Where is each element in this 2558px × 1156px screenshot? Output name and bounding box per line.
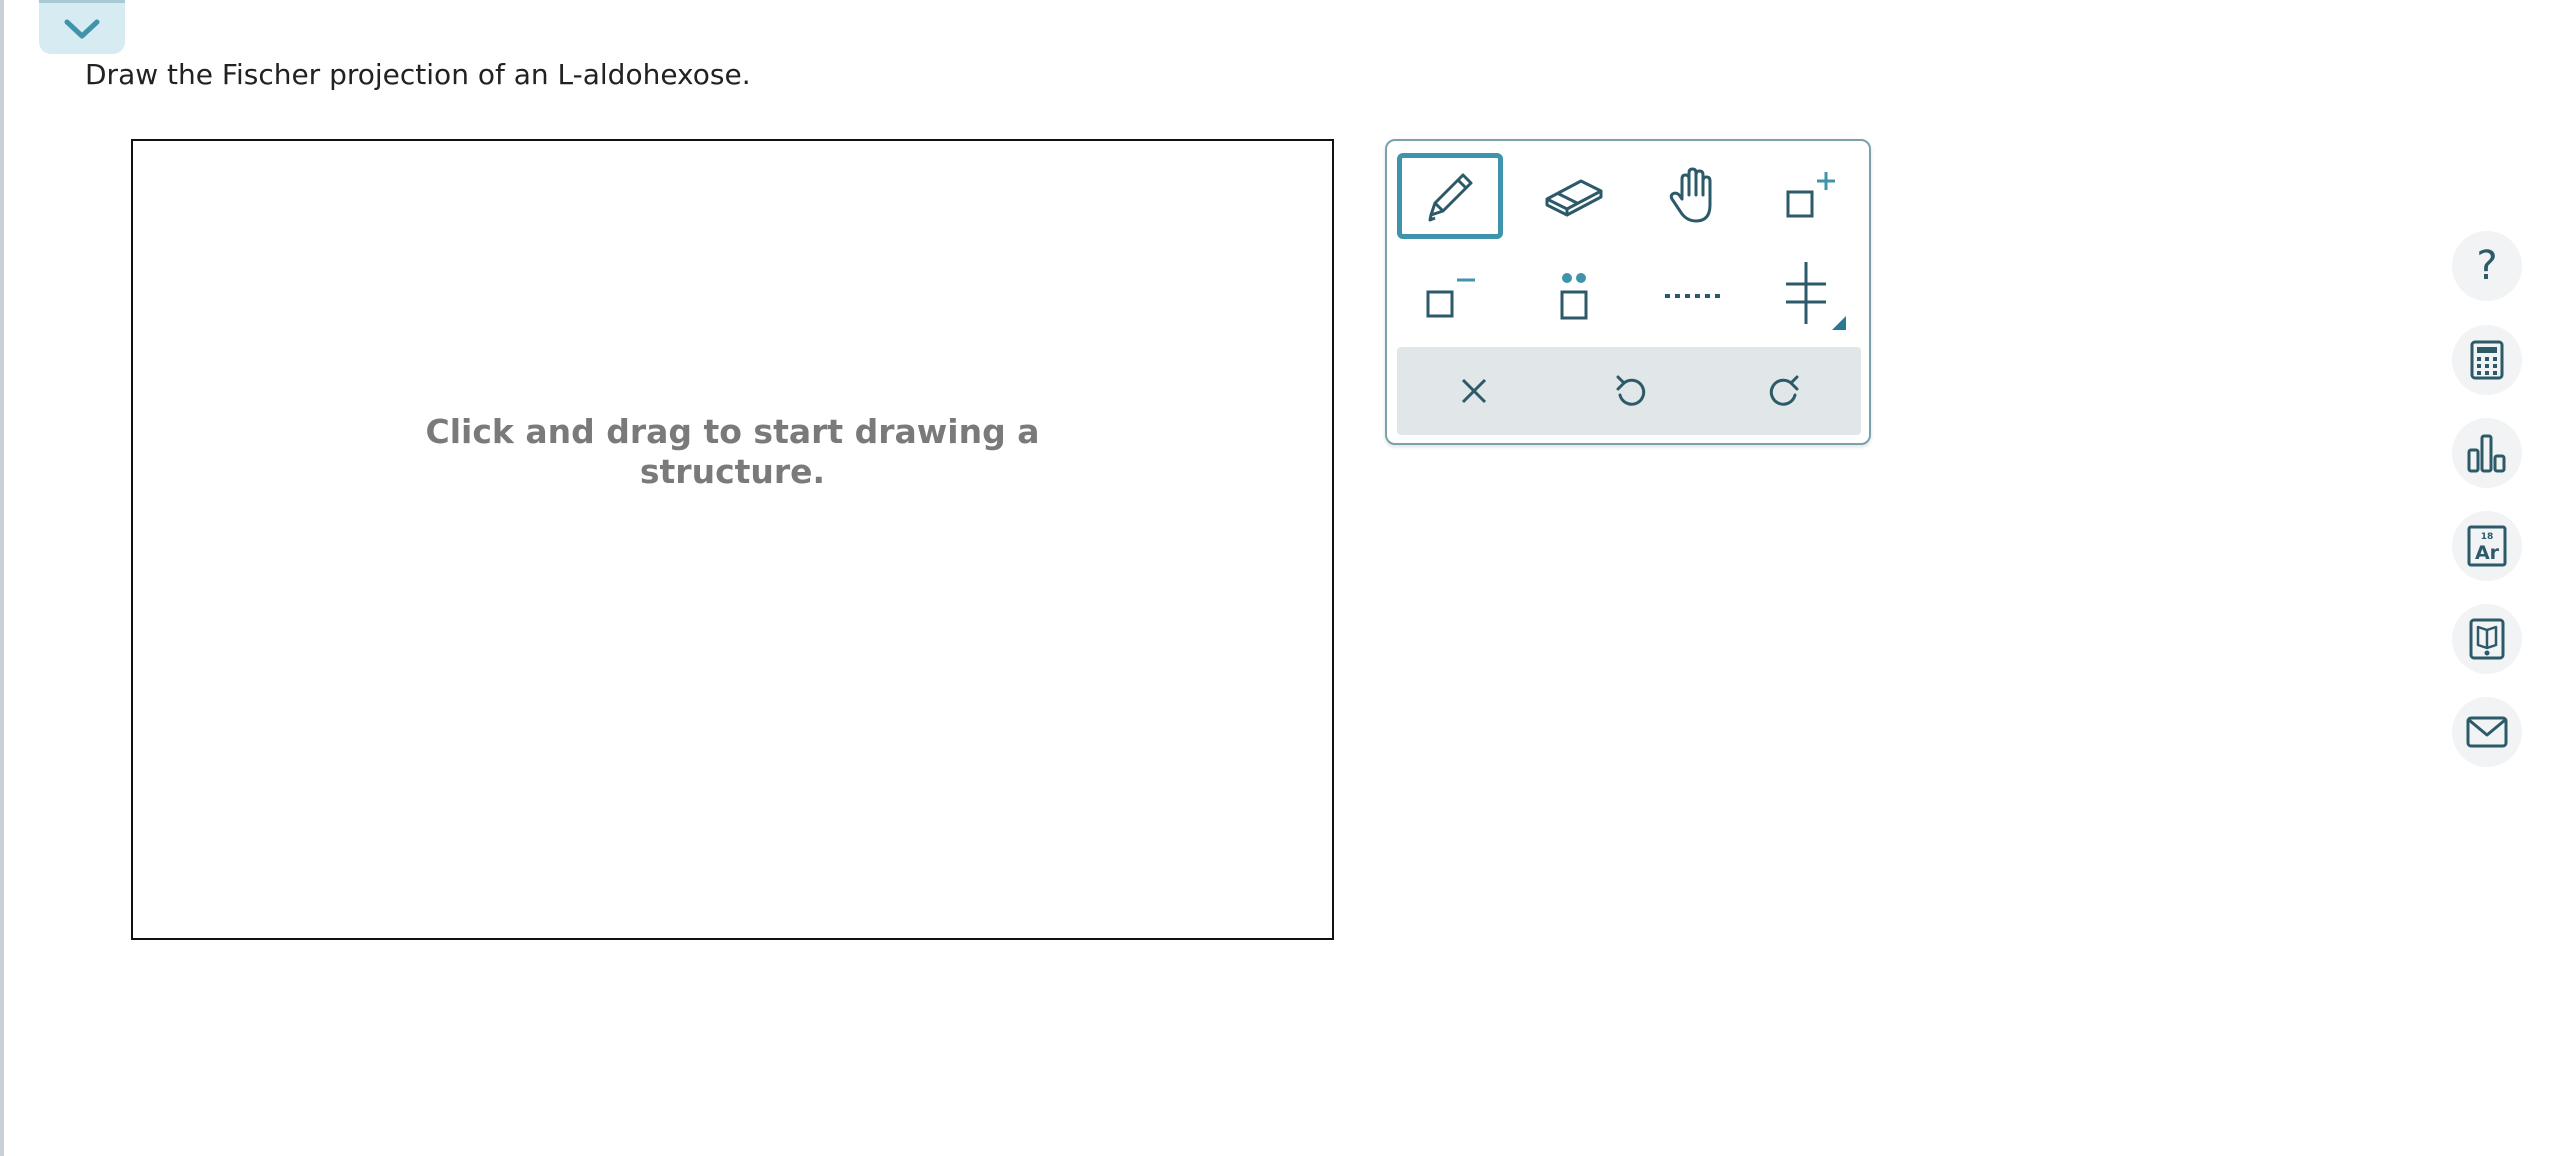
mail-icon: [2466, 716, 2508, 748]
help-icon: ?: [2476, 243, 2498, 289]
pencil-icon: [1428, 173, 1473, 222]
negative-charge-tool-button[interactable]: [1397, 253, 1503, 339]
clear-button[interactable]: [1424, 347, 1524, 435]
drawing-toolbar: [1385, 139, 1871, 445]
positive-charge-icon: [1786, 172, 1835, 218]
dashed-bond-icon: [1665, 294, 1723, 298]
ebook-button[interactable]: [2452, 604, 2522, 674]
message-button[interactable]: [2452, 697, 2522, 767]
eraser-icon: [1545, 179, 1603, 217]
positive-charge-tool-button[interactable]: [1757, 153, 1863, 239]
periodic-mass-number: 18: [2481, 532, 2494, 542]
undo-button[interactable]: [1580, 347, 1680, 435]
calculator-button[interactable]: [2452, 325, 2522, 395]
dashed-bond-tool-button[interactable]: [1641, 253, 1747, 339]
move-tool-button[interactable]: [1641, 153, 1747, 239]
lone-pair-tool-button[interactable]: [1521, 253, 1627, 339]
periodic-symbol: Ar: [2475, 542, 2500, 564]
chevron-down-icon: [64, 19, 100, 38]
help-button[interactable]: ?: [2452, 231, 2522, 301]
action-bar: [1397, 347, 1861, 435]
eraser-tool-button[interactable]: [1521, 153, 1627, 239]
bar-chart-icon: [2467, 434, 2506, 473]
left-border: [0, 0, 4, 1156]
drawing-canvas[interactable]: Click and drag to start drawing a struct…: [131, 139, 1334, 940]
close-icon: [1461, 378, 1487, 404]
redo-button[interactable]: [1735, 347, 1835, 435]
question-prompt: Draw the Fischer projection of an L-aldo…: [85, 58, 751, 91]
hand-icon: [1669, 167, 1712, 223]
fischer-cross-icon: [1786, 262, 1846, 330]
undo-icon: [1616, 375, 1646, 406]
ebook-icon: [2469, 618, 2505, 660]
canvas-hint-container: Click and drag to start drawing a struct…: [133, 141, 1332, 938]
redo-icon: [1769, 375, 1799, 406]
pencil-tool-button[interactable]: [1397, 153, 1503, 239]
periodic-table-button[interactable]: 18 Ar: [2452, 511, 2522, 581]
fischer-cross-tool-button[interactable]: [1757, 253, 1863, 339]
collapse-toggle-button[interactable]: [39, 0, 125, 54]
canvas-hint-text: Click and drag to start drawing a struct…: [425, 411, 1040, 491]
calculator-icon: [2470, 340, 2504, 380]
data-chart-button[interactable]: [2452, 418, 2522, 488]
periodic-table-icon: 18 Ar: [2467, 525, 2507, 567]
negative-charge-icon: [1426, 278, 1475, 318]
lone-pair-icon: [1560, 273, 1588, 320]
